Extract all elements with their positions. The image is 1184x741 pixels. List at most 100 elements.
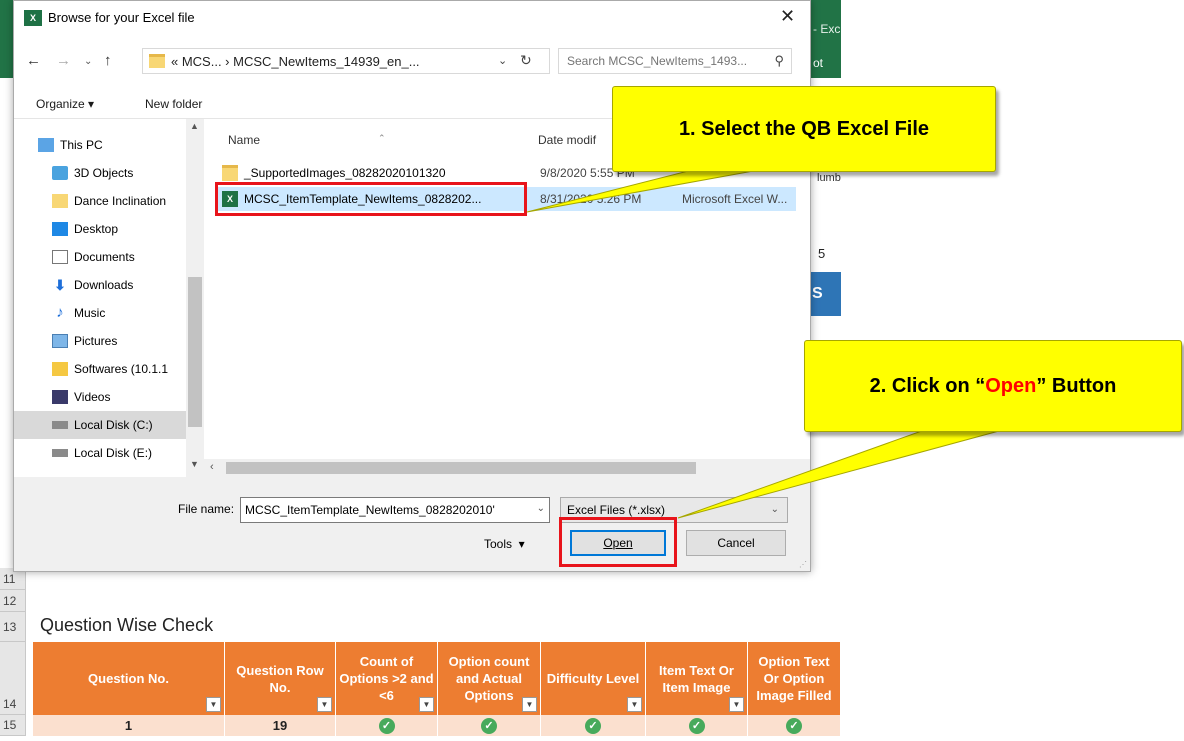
navigation-pane: This PC 3D Objects Dance Inclination Des… (14, 119, 204, 477)
nav-item-local-disk-e[interactable]: Local Disk (E:) (14, 439, 186, 467)
scroll-up-icon[interactable]: ▲ (190, 121, 199, 131)
download-icon: ⬇ (54, 277, 66, 293)
cell-check[interactable]: ✓ (541, 715, 646, 736)
search-icon[interactable]: ⚲ (774, 53, 784, 69)
nav-item-label: Pictures (74, 334, 118, 348)
callout-step-1: 1. Select the QB Excel File (612, 86, 996, 172)
filter-dropdown-icon[interactable]: ▼ (522, 697, 537, 712)
check-icon: ✓ (688, 717, 705, 734)
filter-dropdown-icon[interactable]: ▼ (729, 697, 744, 712)
file-highlight-box (215, 182, 527, 216)
header-option-count: Option count and Actual Options ▼ (438, 642, 541, 715)
nav-item-downloads[interactable]: ⬇ Downloads (14, 271, 186, 299)
cell-check[interactable]: ✓ (336, 715, 438, 736)
callout-step-2-prefix: 2. Click on “ (869, 374, 986, 397)
header-question-row-no: Question Row No. ▼ (225, 642, 336, 715)
header-option-text: Option Text Or Option Image Filled (748, 642, 841, 715)
address-bar[interactable]: « MCS... › MCSC_NewItems_14939_en_... ⌄ … (142, 48, 550, 74)
row-header-14[interactable]: 14 (0, 642, 26, 715)
nav-item-dance-inclination[interactable]: Dance Inclination (14, 187, 186, 215)
file-name-input[interactable] (245, 499, 535, 521)
filter-dropdown-icon[interactable]: ▼ (206, 697, 221, 712)
disk-icon (52, 421, 68, 429)
check-icon: ✓ (585, 717, 601, 734)
scrollbar-thumb[interactable] (188, 277, 202, 427)
excel-ribbon-tab-fragment[interactable]: ot (813, 56, 823, 70)
file-name-field[interactable]: ⌄ (240, 497, 550, 523)
pictures-icon (52, 334, 68, 348)
filter-dropdown-icon[interactable]: ▼ (317, 697, 332, 712)
tools-label: Tools (484, 537, 513, 551)
nav-item-softwares[interactable]: Softwares (10.1.1 (14, 355, 186, 383)
excel-title-fragment: - Exc (813, 22, 841, 36)
pc-icon (38, 138, 54, 152)
nav-item-3d-objects[interactable]: 3D Objects (14, 159, 186, 187)
nav-item-desktop[interactable]: Desktop (14, 215, 186, 243)
search-box[interactable]: ⚲ (558, 48, 792, 74)
callout-step-2-suffix: ” Button (1036, 374, 1117, 397)
cancel-button[interactable]: Cancel (686, 530, 786, 556)
scrollbar-thumb[interactable] (226, 462, 696, 474)
resize-grip-icon[interactable]: ⋰ (799, 560, 807, 569)
videos-icon (52, 390, 68, 404)
chevron-down-icon[interactable]: ⌄ (537, 503, 545, 514)
row-header-13[interactable]: 13 (0, 612, 26, 642)
documents-icon (52, 250, 68, 264)
nav-item-pictures[interactable]: Pictures (14, 327, 186, 355)
nav-pane-scrollbar[interactable]: ▲ ▼ (186, 119, 204, 477)
row-header-12[interactable]: 12 (0, 590, 26, 612)
excel-app-icon: X (24, 10, 42, 26)
nav-item-music[interactable]: ♪ Music (14, 299, 186, 327)
filter-dropdown-icon[interactable]: ▼ (627, 697, 642, 712)
excel-cell-fragment: S Fi (808, 272, 841, 346)
nav-item-label: Documents (74, 250, 135, 264)
organize-button[interactable]: Organize ▾ (36, 97, 94, 111)
callout-step-1-text: 1. Select the QB Excel File (678, 117, 930, 140)
search-input[interactable] (567, 50, 767, 72)
forward-arrow-icon[interactable]: → (56, 52, 71, 69)
table-row: 1 19 ✓ ✓ ✓ ✓ ✓ (33, 715, 841, 736)
callout-step-2: 2. Click on “Open” Button (804, 340, 1182, 432)
address-toolbar: ← → ⌄ ↑ « MCS... › MCSC_NewItems_14939_e… (14, 35, 810, 89)
folder-icon (149, 54, 165, 68)
cell-check[interactable]: ✓ (438, 715, 541, 736)
up-arrow-icon[interactable]: ↑ (104, 52, 112, 69)
nav-item-videos[interactable]: Videos (14, 383, 186, 411)
header-item-text: Item Text Or Item Image ▼ (646, 642, 748, 715)
filter-dropdown-icon[interactable]: ▼ (419, 697, 434, 712)
recent-locations-chevron-icon[interactable]: ⌄ (84, 56, 92, 67)
column-header-date[interactable]: Date modif (538, 133, 596, 147)
chevron-down-icon[interactable]: ⌄ (498, 54, 507, 67)
file-name-label: File name: (178, 502, 235, 516)
cell-check[interactable]: ✓ (748, 715, 841, 736)
check-icon: ✓ (786, 717, 802, 734)
nav-item-label: Dance Inclination (74, 194, 167, 208)
sort-caret-icon: ⌃ (378, 133, 386, 143)
disk-icon (52, 449, 68, 457)
cell-check[interactable]: ✓ (646, 715, 748, 736)
cube-icon (52, 166, 68, 180)
scroll-left-icon[interactable]: ‹ (210, 461, 214, 473)
close-icon[interactable]: ✕ (780, 6, 795, 27)
callout-step-2-highlight: Open (985, 374, 1037, 397)
nav-item-label: This PC (60, 138, 103, 152)
new-folder-button[interactable]: New folder (145, 97, 202, 111)
tools-menu[interactable]: Tools ▾ (484, 537, 525, 551)
file-date: 8/31/2020 5:26 PM (540, 192, 642, 206)
cell-row-no[interactable]: 19 (225, 715, 336, 736)
cell-question-no[interactable]: 1 (33, 715, 225, 736)
nav-item-documents[interactable]: Documents (14, 243, 186, 271)
row-header-15[interactable]: 15 (0, 715, 26, 736)
table-header-row: Question No. ▼ Question Row No. ▼ Count of… (33, 642, 841, 715)
music-icon: ♪ (56, 304, 64, 321)
back-arrow-icon[interactable]: ← (26, 52, 41, 69)
scroll-down-icon[interactable]: ▼ (190, 459, 199, 469)
file-list-hscrollbar[interactable]: ‹ (204, 459, 810, 477)
refresh-icon[interactable]: ↻ (520, 52, 532, 69)
nav-item-this-pc[interactable]: This PC (14, 131, 186, 159)
column-header-name[interactable]: Name ⌃ (228, 133, 386, 147)
file-name: _SupportedImages_08282020101320 (244, 166, 446, 180)
dialog-titlebar[interactable]: X Browse for your Excel file ✕ (14, 1, 810, 35)
nav-item-local-disk-c[interactable]: Local Disk (C:) (14, 411, 186, 439)
address-path[interactable]: « MCS... › MCSC_NewItems_14939_en_... (171, 54, 420, 69)
